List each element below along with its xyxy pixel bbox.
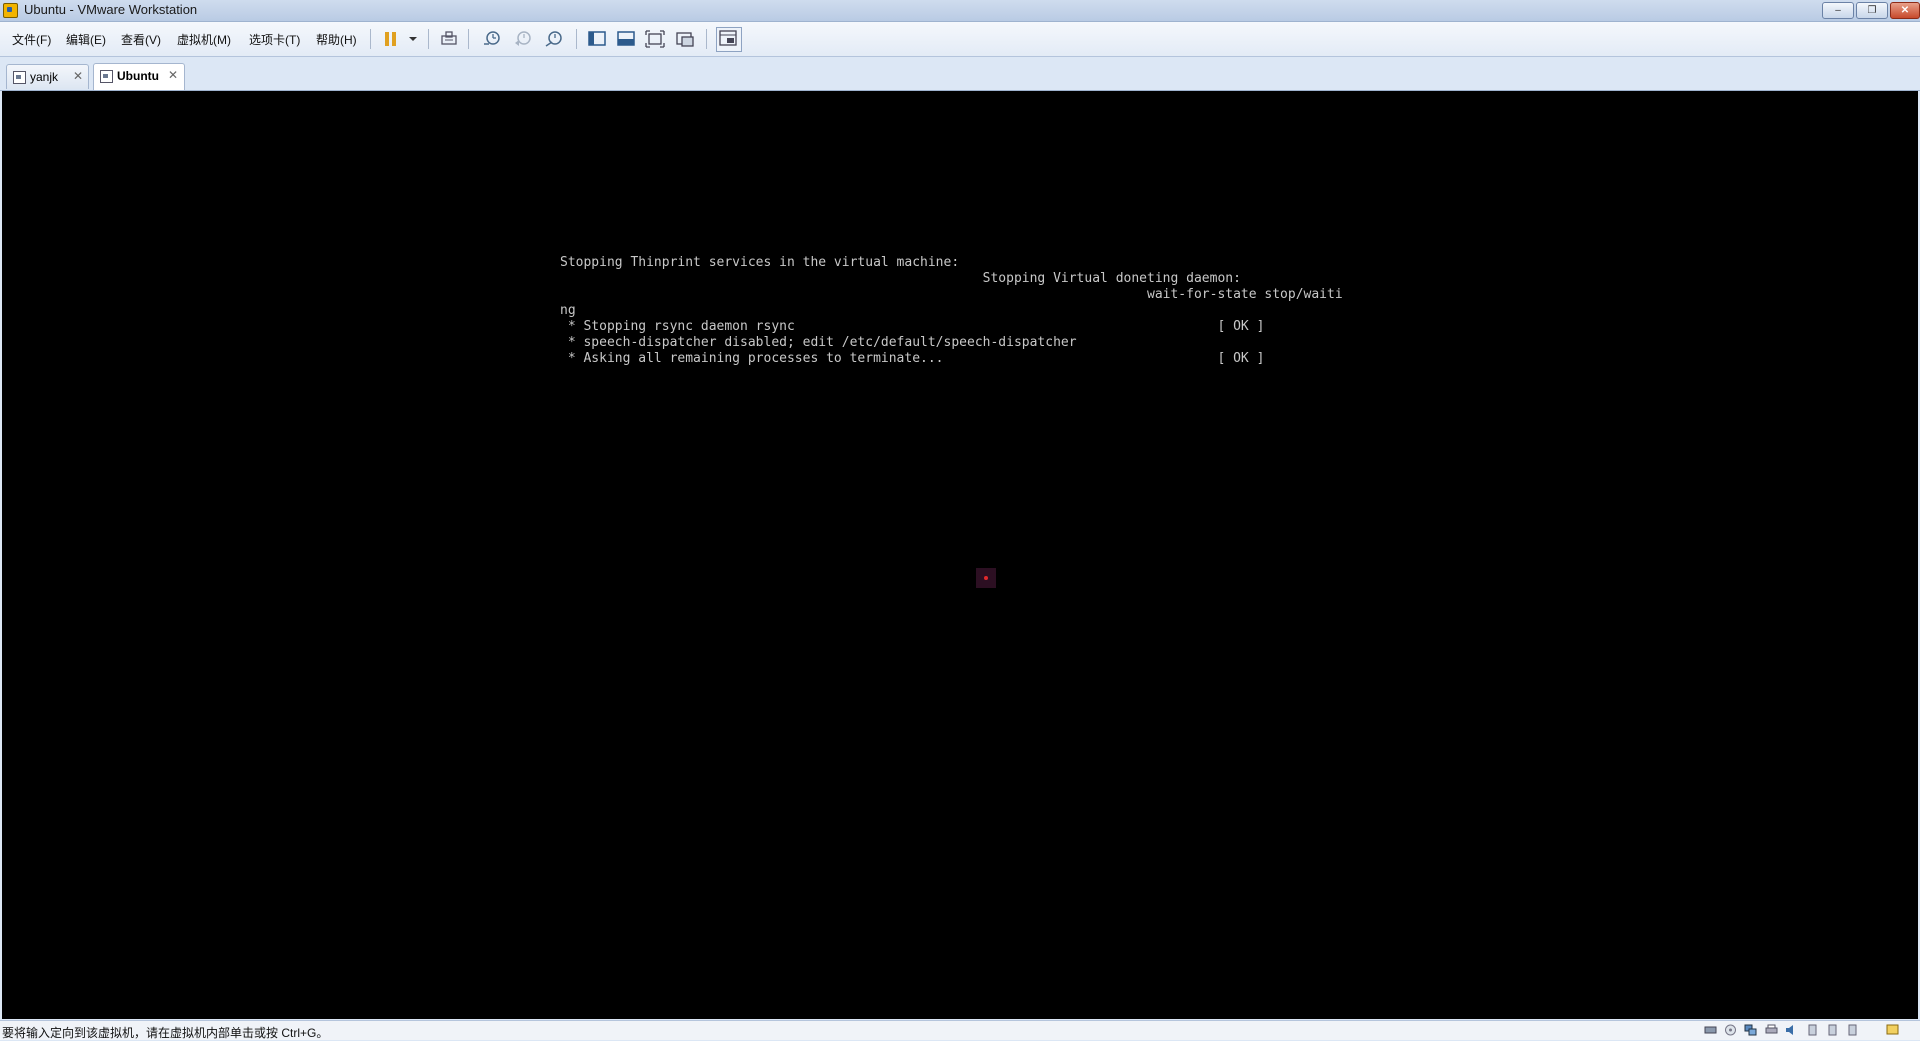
tab-label: yanjk — [30, 70, 59, 84]
console-line: ng — [560, 303, 576, 318]
minimize-button[interactable]: – — [1822, 2, 1854, 19]
pause-icon[interactable] — [380, 29, 402, 49]
console-line: Stopping Virtual doneting daemon: — [560, 271, 1241, 286]
send-ctrl-alt-del-icon[interactable] — [438, 29, 460, 49]
console-line: * Stopping rsync daemon rsync [ OK ] — [560, 319, 1265, 334]
console-line: * Asking all remaining processes to term… — [560, 351, 1265, 366]
usb-device-icon[interactable] — [1806, 1024, 1819, 1036]
toolbar-separator — [468, 29, 469, 49]
network-icon[interactable] — [1744, 1024, 1757, 1036]
status-hint: 要将输入定向到该虚拟机，请在虚拟机内部单击或按 Ctrl+G。 — [2, 1026, 329, 1040]
toolbar-separator — [428, 29, 429, 49]
vm-tab-icon — [100, 70, 113, 83]
title-bar: Ubuntu - VMware Workstation – ❐ ✕ — [0, 0, 1920, 22]
close-tab-icon[interactable]: ✕ — [168, 68, 178, 82]
unity-icon[interactable] — [674, 29, 696, 49]
cd-rom-icon[interactable] — [1724, 1024, 1737, 1036]
sound-icon[interactable] — [1785, 1024, 1798, 1036]
thumbnail-view-icon[interactable] — [716, 27, 742, 52]
tab-ubuntu[interactable]: Ubuntu ✕ — [93, 63, 185, 90]
toolbar-separator — [370, 29, 371, 49]
console-output: Stopping Thinprint services in the virtu… — [560, 255, 1360, 367]
menu-view[interactable]: 查看(V) — [121, 31, 161, 48]
vmware-app-icon — [3, 3, 18, 18]
snapshot-manager-icon[interactable] — [543, 29, 565, 49]
console-view-icon[interactable] — [615, 29, 637, 49]
sidebar-toggle-icon[interactable] — [586, 29, 608, 49]
fullscreen-icon[interactable] — [644, 29, 666, 49]
menu-file[interactable]: 文件(F) — [12, 31, 51, 48]
restore-button[interactable]: ❐ — [1856, 2, 1888, 19]
menu-toolbar: 文件(F) 编辑(E) 查看(V) 虚拟机(M) 选项卡(T) 帮助(H) — [0, 22, 1920, 57]
menu-tabs[interactable]: 选项卡(T) — [249, 31, 300, 48]
tab-label: Ubuntu — [117, 69, 159, 83]
console-line: Stopping Thinprint services in the virtu… — [560, 255, 960, 270]
usb-device-icon[interactable] — [1826, 1024, 1839, 1036]
toolbar-separator — [576, 29, 577, 49]
vm-display[interactable]: Stopping Thinprint services in the virtu… — [2, 91, 1918, 1019]
snapshot-take-icon[interactable] — [481, 29, 503, 49]
hard-disk-icon[interactable] — [1704, 1024, 1717, 1036]
close-tab-icon[interactable]: ✕ — [73, 69, 83, 83]
usb-device-icon[interactable] — [1846, 1024, 1859, 1036]
tab-yanjk[interactable]: yanjk ✕ — [6, 64, 89, 89]
menu-help[interactable]: 帮助(H) — [316, 31, 357, 48]
toolbar-separator — [706, 29, 707, 49]
status-bar: 要将输入定向到该虚拟机，请在虚拟机内部单击或按 Ctrl+G。 — [0, 1020, 1920, 1040]
console-line: wait-for-state stop/waiti — [560, 287, 1343, 302]
loading-indicator — [976, 568, 996, 588]
menu-vm[interactable]: 虚拟机(M) — [177, 31, 231, 48]
vm-tab-icon — [13, 71, 26, 84]
close-button[interactable]: ✕ — [1890, 2, 1920, 19]
dropdown-arrow-icon[interactable] — [402, 29, 417, 49]
message-icon[interactable] — [1886, 1024, 1899, 1036]
window-title: Ubuntu - VMware Workstation — [24, 2, 198, 17]
vm-tab-bar: yanjk ✕ Ubuntu ✕ — [0, 57, 1920, 91]
console-line: * speech-dispatcher disabled; edit /etc/… — [560, 335, 1077, 350]
snapshot-revert-icon[interactable] — [512, 29, 534, 49]
printer-icon[interactable] — [1765, 1024, 1778, 1036]
menu-edit[interactable]: 编辑(E) — [66, 31, 106, 48]
